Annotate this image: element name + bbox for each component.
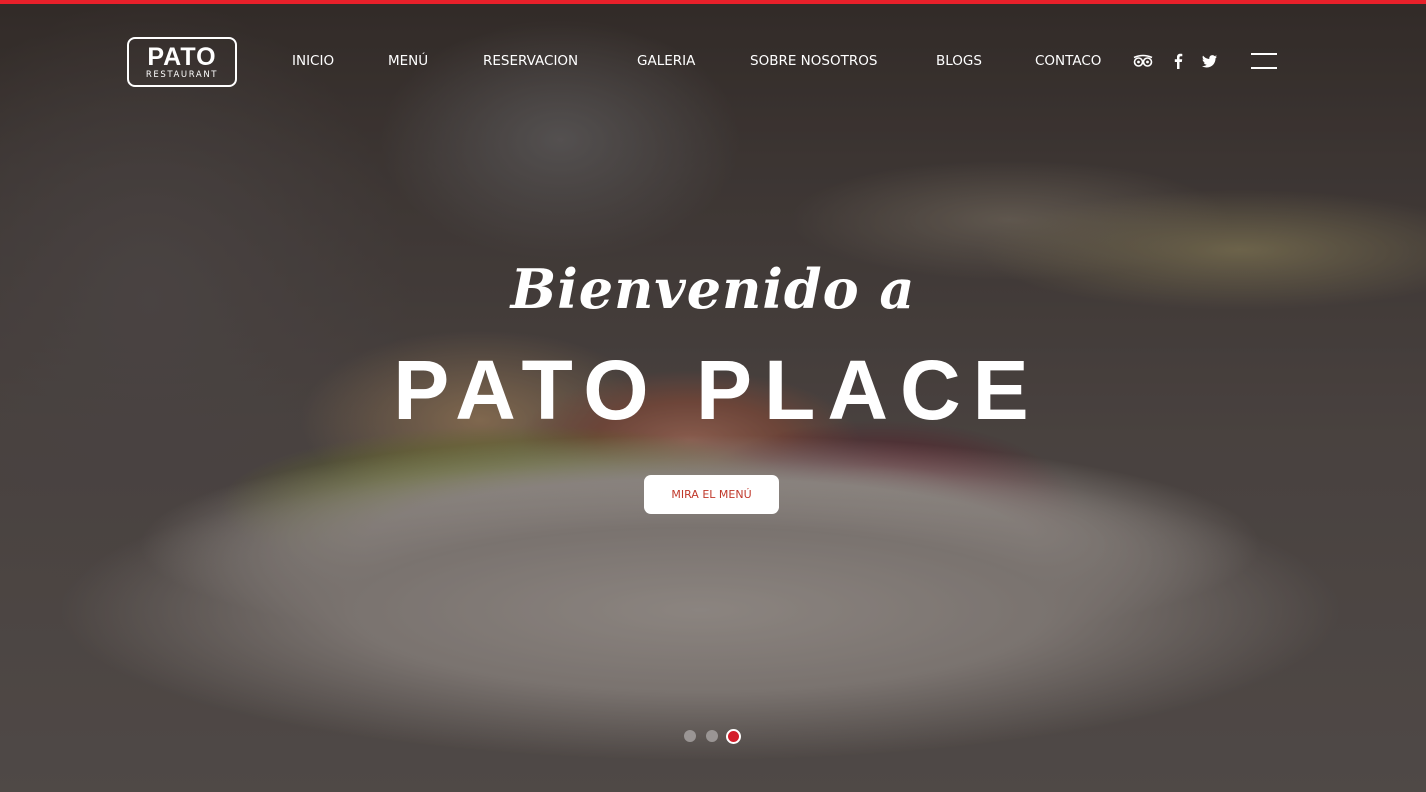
hamburger-line-top [1251, 53, 1277, 55]
slider-dot-2[interactable] [706, 730, 718, 742]
slider-dot-3-active[interactable] [726, 729, 741, 744]
nav-item-galeria[interactable]: GALERIA [637, 52, 695, 70]
view-menu-button[interactable]: MIRA EL MENÚ [644, 475, 779, 514]
facebook-icon[interactable] [1172, 51, 1184, 71]
hamburger-menu-icon[interactable] [1251, 53, 1277, 69]
hero-greeting: Bienvenido a [510, 257, 916, 321]
nav-item-inicio[interactable]: INICIO [292, 52, 334, 70]
hamburger-line-bottom [1251, 67, 1277, 69]
nav-item-contaco[interactable]: CONTACO [1035, 52, 1101, 70]
hero-section: PATO RESTAURANT INICIO MENÚ RESERVACION … [0, 0, 1426, 792]
nav-item-sobre-nosotros[interactable]: SOBRE NOSOTROS [750, 52, 877, 70]
top-accent-bar [0, 0, 1426, 4]
twitter-icon[interactable] [1202, 51, 1218, 71]
nav-item-reservacion[interactable]: RESERVACION [483, 52, 578, 70]
tripadvisor-icon[interactable] [1132, 51, 1154, 71]
nav-item-blogs[interactable]: BLOGS [936, 52, 982, 70]
slider-pagination [683, 728, 745, 744]
slider-dot-1[interactable] [684, 730, 696, 742]
nav-item-menu[interactable]: MENÚ [388, 52, 428, 70]
hero-headline: PATO PLACE [393, 343, 1041, 437]
